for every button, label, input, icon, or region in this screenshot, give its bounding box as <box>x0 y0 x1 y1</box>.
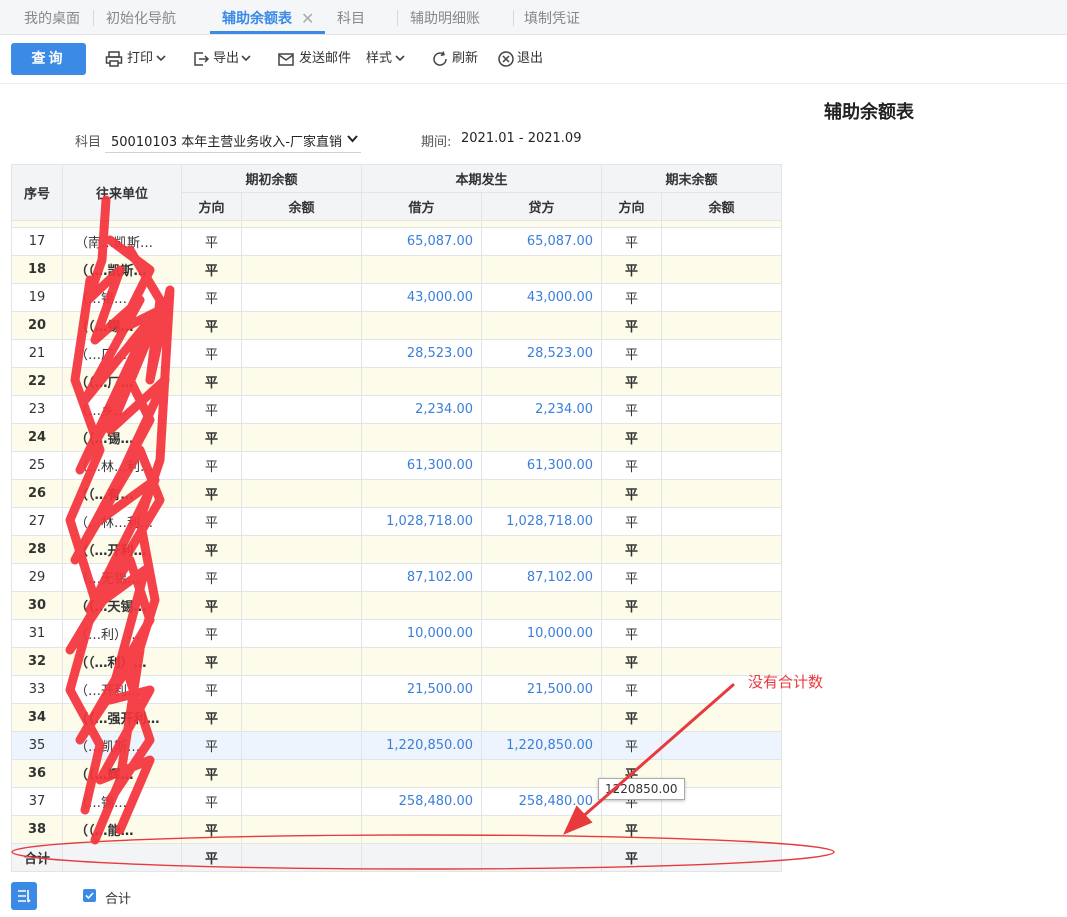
highlight-ellipse <box>11 834 835 870</box>
column-settings-button[interactable] <box>11 882 37 910</box>
total-checkbox-label: 合计 <box>105 892 132 907</box>
annotation-overlay <box>11 195 835 870</box>
list-settings-icon <box>18 890 31 903</box>
check-icon <box>85 892 94 900</box>
arrow-annotation <box>563 683 735 835</box>
total-checkbox[interactable] <box>83 889 96 902</box>
annotation-note: 没有合计数 <box>748 673 824 691</box>
redaction-scribble <box>65 195 175 845</box>
